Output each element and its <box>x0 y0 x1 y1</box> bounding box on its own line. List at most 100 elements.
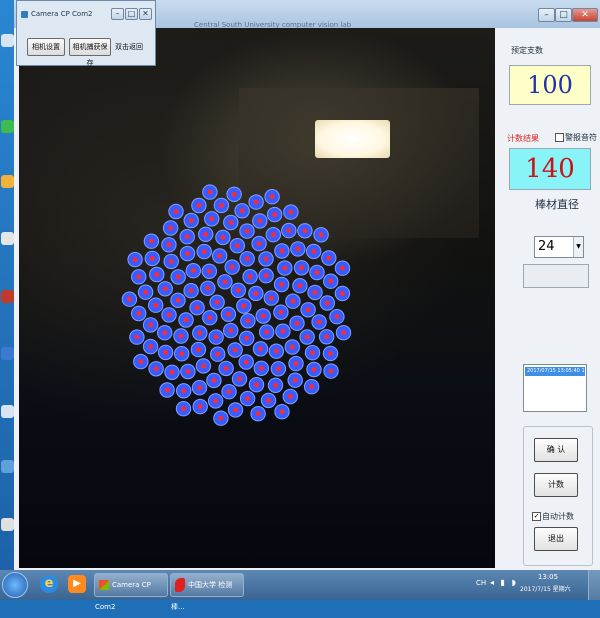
rebar-end <box>252 341 269 357</box>
camera-view[interactable] <box>19 28 495 568</box>
rebar-end <box>239 330 255 346</box>
rebar-end <box>242 269 258 285</box>
taskbar-app-camera[interactable]: Camera CP Com2 <box>94 573 168 611</box>
rebar-end <box>192 325 208 341</box>
rebar-end <box>334 260 351 276</box>
rebar-end <box>142 317 159 333</box>
rebar-end <box>281 222 297 239</box>
rebar-end <box>137 284 154 300</box>
rebar-end <box>161 307 177 323</box>
clock-date[interactable]: 2017/7/15 星期六 <box>520 584 571 593</box>
rebar-end <box>189 300 205 316</box>
rebar-end <box>236 298 252 314</box>
rebar-end <box>252 213 268 229</box>
desktop-shortcut-icon[interactable] <box>1 34 14 47</box>
rebar-end <box>259 324 275 340</box>
rebar-end <box>142 338 159 355</box>
history-listbox[interactable]: 2017/07/15 13:05:40 1mm <box>523 364 587 412</box>
rebar-end <box>288 355 304 372</box>
desktop-shortcut-icon[interactable] <box>1 405 14 418</box>
rebar-detection-overlay <box>121 184 352 426</box>
close-icon[interactable]: ✕ <box>139 8 152 20</box>
rebar-end <box>191 197 207 214</box>
rebar-end <box>273 304 289 320</box>
exit-button[interactable]: 退出 <box>534 527 578 551</box>
rebar-end <box>297 223 313 239</box>
maximize-icon[interactable]: □ <box>555 8 572 22</box>
list-item[interactable]: 2017/07/15 13:05:40 1mm <box>525 367 585 376</box>
rebar-end <box>174 346 190 362</box>
show-desktop-button[interactable] <box>588 570 600 600</box>
rebar-end <box>253 360 270 376</box>
minimize-icon[interactable]: – <box>111 8 124 20</box>
language-indicator[interactable]: CH <box>476 579 486 587</box>
rebar-end <box>164 364 180 380</box>
rebar-end <box>215 229 231 246</box>
rebar-end <box>185 263 202 279</box>
desktop-shortcut-icon[interactable] <box>1 232 14 245</box>
rebar-end <box>175 401 192 417</box>
rebar-end <box>264 189 280 205</box>
rebar-end <box>309 264 325 281</box>
rebar-end <box>319 295 335 311</box>
desktop-shortcut-icon[interactable] <box>1 290 14 303</box>
rebar-end <box>191 380 208 396</box>
auto-count-checkbox[interactable]: ✓ <box>532 512 541 521</box>
desktop-shortcut-icon[interactable] <box>1 347 14 360</box>
close-icon[interactable]: ✕ <box>572 8 598 22</box>
rebar-end <box>227 342 243 358</box>
diameter-select[interactable]: 24 ▼ <box>534 236 584 258</box>
rebar-end <box>321 250 337 266</box>
rebar-end <box>268 343 284 359</box>
rebar-end <box>221 384 237 400</box>
camera-popup-window: Camera CP Com2 – □ ✕ 相机设置 相机捕获保存 双击返回 <box>16 0 156 67</box>
camera-settings-button[interactable]: 相机设置 <box>27 38 65 56</box>
rebar-end <box>157 281 173 297</box>
desktop-shortcut-icon[interactable] <box>1 175 14 188</box>
minimize-icon[interactable]: – <box>538 8 555 22</box>
rebar-end <box>148 361 164 377</box>
confirm-button[interactable]: 确 认 <box>534 438 578 462</box>
taskbar-app-rebar[interactable]: 中国大学 检测棒... <box>170 573 244 611</box>
chevron-down-icon[interactable]: ▼ <box>573 237 583 257</box>
media-player-icon[interactable]: ▶ <box>68 575 86 593</box>
rebar-end <box>170 269 186 285</box>
desktop-shortcut-icon[interactable] <box>1 518 14 531</box>
rebar-end <box>209 294 225 310</box>
internet-explorer-icon[interactable]: e <box>40 575 58 593</box>
rebar-end <box>318 329 335 345</box>
rebar-end <box>290 241 306 257</box>
auto-count-label: 自动计数 <box>542 512 574 521</box>
rebar-end <box>265 227 282 243</box>
rebar-end <box>239 223 255 239</box>
rebar-end <box>284 339 300 355</box>
rebar-end <box>231 371 248 387</box>
rebar-end <box>204 211 220 227</box>
rebar-end <box>270 361 287 377</box>
rebar-end <box>323 273 339 289</box>
count-button[interactable]: 计数 <box>534 473 578 497</box>
camera-app-icon <box>21 11 28 18</box>
maximize-icon[interactable]: □ <box>125 8 138 20</box>
desktop-shortcut-icon[interactable] <box>1 120 14 133</box>
rebar-end <box>322 345 339 362</box>
rebar-end <box>201 263 218 280</box>
rebar-end <box>300 302 316 318</box>
capture-save-button[interactable]: 相机捕获保存 <box>69 38 111 67</box>
action-groupbox: 确 认 计数 ✓ 自动计数 退出 <box>523 426 593 566</box>
diameter-select-value: 24 <box>538 239 555 254</box>
desktop-shortcut-icon[interactable] <box>1 460 14 473</box>
sound-checkbox[interactable] <box>555 133 564 142</box>
rebar-end <box>218 360 234 377</box>
rebar-end <box>213 197 230 214</box>
rebar-end <box>230 282 247 298</box>
windows-start-icon[interactable] <box>2 572 28 598</box>
tray-icons[interactable]: ◂ ▮ ◗ <box>490 578 518 587</box>
double-click-return-label[interactable]: 双击返回 <box>115 42 143 52</box>
rebar-end <box>179 229 195 245</box>
rebar-end <box>192 398 208 415</box>
clock-time[interactable]: 13:05 <box>528 573 568 581</box>
rebar-end <box>283 204 299 220</box>
rebar-end <box>273 276 290 293</box>
rebar-end <box>240 313 256 329</box>
